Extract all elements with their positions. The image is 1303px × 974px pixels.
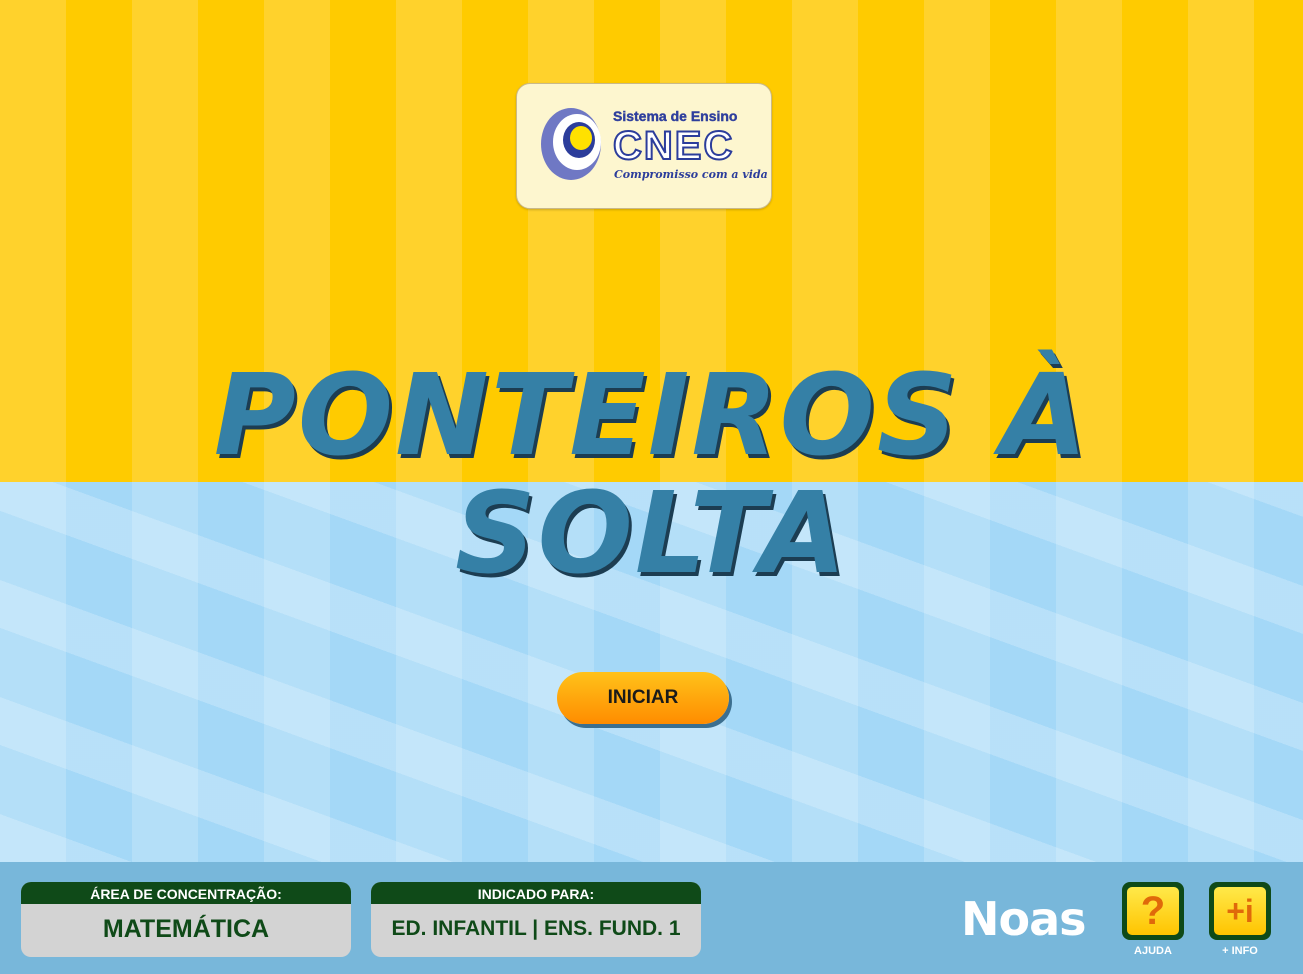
indicated-for-card: INDICADO PARA: ED. INFANTIL | ENS. FUND.… [371,882,701,957]
concentration-area-value: MATEMÁTICA [102,915,270,943]
question-mark-icon: ? [1127,887,1179,935]
help-button[interactable]: ? [1122,882,1184,940]
indicated-for-value: ED. INFANTIL | ENS. FUND. 1 [391,917,681,940]
indicated-for-header: INDICADO PARA: [371,882,701,904]
cnec-logo: Sistema de Ensino CNEC Compromisso com a… [516,83,772,209]
logo-top-text: Sistema de Ensino [613,108,738,124]
plus-info-icon: +i [1214,887,1266,935]
noas-logo: Noas [961,892,1087,946]
concentration-area-card: ÁREA DE CONCENTRAÇÃO: MATEMÁTICA [21,882,351,957]
game-title-line-1: PONTEIROS À [213,351,1090,481]
cnec-swirl-icon [541,108,601,180]
more-info-button[interactable]: +i [1209,882,1271,940]
help-label: AJUDA [1134,945,1172,957]
logo-slogan: Compromisso com a vida [614,168,768,181]
game-title-line-2: SOLTA [454,469,849,599]
more-info-label: + INFO [1222,945,1258,957]
concentration-area-header: ÁREA DE CONCENTRAÇÃO: [21,882,351,904]
start-button[interactable]: INICIAR [557,672,729,724]
footer-bar: ÁREA DE CONCENTRAÇÃO: MATEMÁTICA INDICAD… [0,862,1303,974]
logo-main-text: CNEC [612,123,735,169]
